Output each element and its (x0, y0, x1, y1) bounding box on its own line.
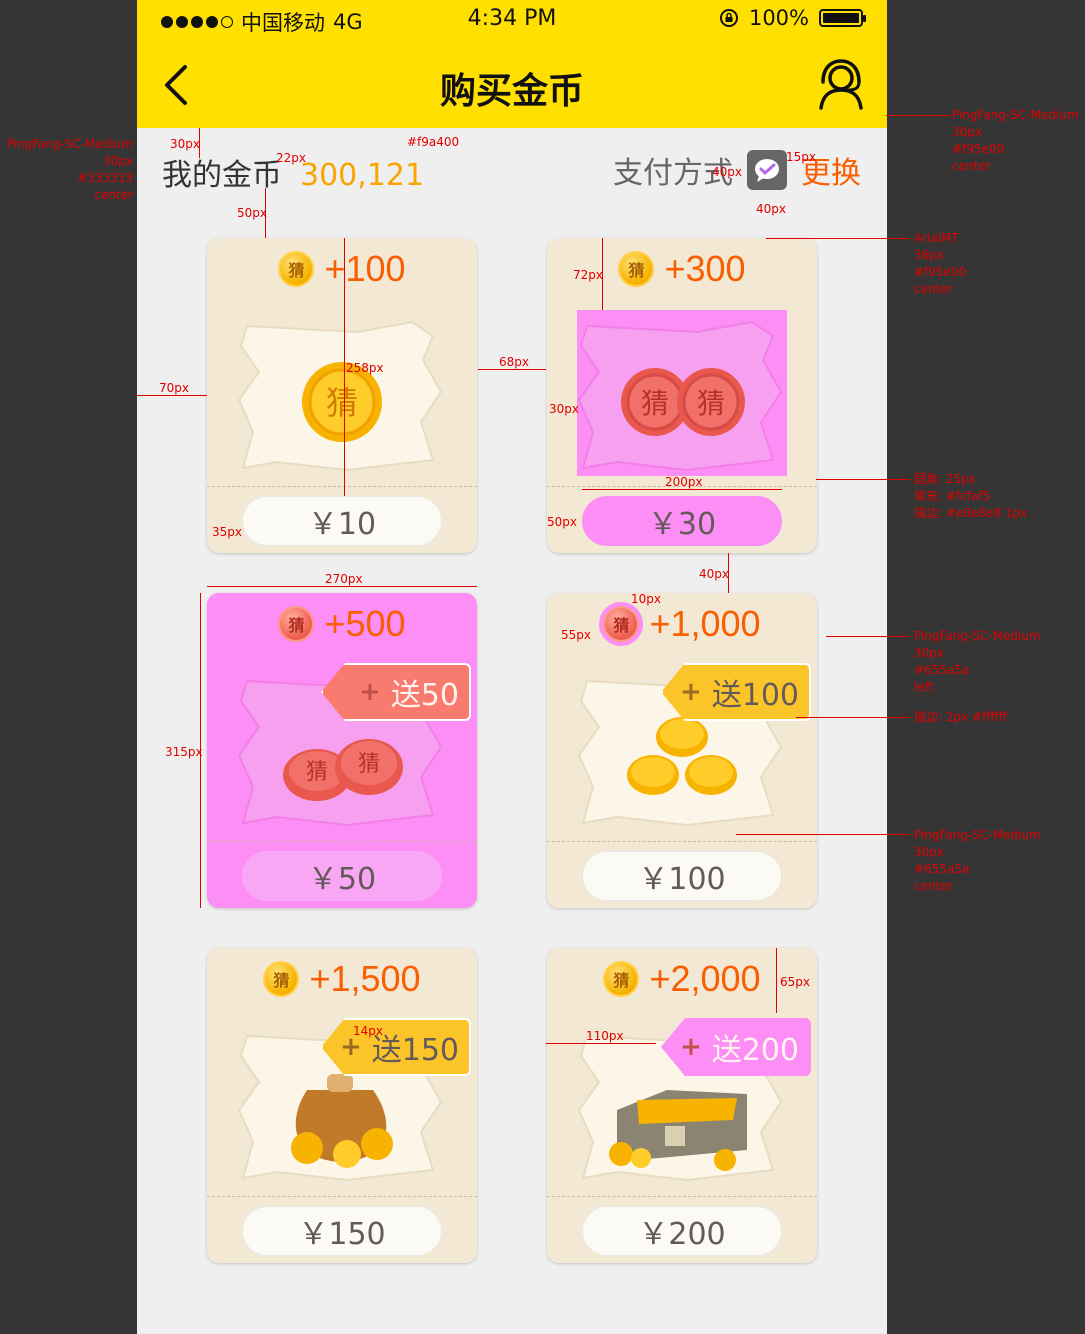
card-divider (547, 1196, 817, 1197)
plus-icon: + (679, 677, 702, 707)
wechat-pay-icon (747, 150, 787, 190)
dim-label: 50px (237, 206, 267, 220)
dim-label: 14px (353, 1024, 383, 1038)
dim-label: 30px (170, 137, 200, 151)
dim-label: 35px (212, 525, 242, 539)
svg-text:猜: 猜 (358, 752, 380, 777)
battery-percent: 100% (748, 6, 809, 30)
battery-icon (819, 9, 866, 27)
card-header: 猜 +500 (207, 603, 477, 645)
card-header: 猜 +1,500 (207, 958, 477, 1000)
annotation-pill-style: 圆角: 25px 填充: #fcfaf5 描边: #e8e8e8 1px (914, 472, 1028, 520)
coin-icon: 猜 (278, 251, 315, 287)
paper-scroll-icon: 猜 (237, 320, 443, 472)
bonus-label: 送200 (711, 1033, 799, 1068)
price-button[interactable]: ￥50 (242, 851, 442, 901)
status-right: 100% (719, 6, 866, 30)
dim-label: 65px (780, 975, 810, 989)
coin-amount: +1,500 (309, 958, 421, 999)
card-divider (547, 841, 817, 842)
paper-scroll-icon: 猜 猜 (577, 320, 783, 472)
dim-label: 315px (165, 745, 203, 759)
balance-label: 我的金币 (162, 158, 282, 193)
dim-label: 10px (631, 592, 661, 606)
bonus-label: 送150 (371, 1033, 459, 1068)
dim-label: 15px (786, 150, 816, 164)
package-card[interactable]: 猜 +300 猜 猜 ￥30 (547, 238, 817, 553)
coin-amount: +1,000 (649, 603, 761, 644)
bonus-tag: + 送100 (661, 663, 811, 721)
status-bar: 中国移动 4G 4:34 PM 100% (137, 0, 887, 40)
annotation-bonus-font: PingFang-SC-Medium 30px #655a5a left (914, 629, 1041, 694)
package-card[interactable]: 猜 +500 猜 猜 + 送50 ￥50 (207, 593, 477, 908)
nav-bar: 购买金币 (137, 40, 887, 128)
annotation-bonus-stroke: 描边: 2px #ffffff (914, 710, 1007, 724)
dim-label: 55px (561, 628, 591, 642)
dim-label: 30px (549, 402, 579, 416)
coin-icon: 猜 (603, 961, 640, 997)
dim-label: 40px (712, 165, 742, 179)
annotation-font-right: PingFang-SC-Medium 30px #f95e00 center (952, 108, 1079, 173)
bonus-tag: + 送150 (321, 1018, 471, 1076)
dim-label: 40px (756, 202, 786, 216)
annotation-font-left: PingFang-SC-Medium 30px #333333 center (6, 137, 133, 202)
price-button[interactable]: ￥200 (582, 1206, 782, 1256)
price-button[interactable]: ￥150 (242, 1206, 442, 1256)
coin-icon: 猜 (599, 602, 644, 646)
bonus-label: 送100 (711, 678, 799, 713)
dim-label: 22px (276, 151, 306, 165)
user-headset-icon[interactable] (817, 58, 865, 110)
svg-text:猜: 猜 (306, 760, 328, 785)
coin-icon: 猜 (618, 251, 655, 287)
rotation-lock-icon (719, 9, 738, 27)
dim-label: 40px (699, 567, 729, 581)
balance-value: 300,121 (300, 158, 425, 193)
plus-icon: + (359, 677, 381, 707)
svg-text:猜: 猜 (641, 387, 669, 420)
coin-amount: +300 (664, 248, 746, 289)
bonus-tag: + 送50 (321, 663, 471, 721)
coin-amount: +500 (324, 603, 406, 644)
svg-text:猜: 猜 (697, 387, 725, 420)
coin-amount: +100 (324, 248, 406, 289)
card-header: 猜 +100 (207, 248, 477, 290)
bonus-label: 送50 (390, 678, 459, 713)
bonus-tag: + 送200 (661, 1018, 811, 1076)
card-divider (207, 1196, 477, 1197)
coin-icon: 猜 (278, 606, 315, 642)
page-title: 购买金币 (439, 71, 584, 112)
plus-icon: + (679, 1032, 702, 1062)
dim-label: 258px (346, 361, 384, 375)
dim-label: 50px (547, 515, 577, 529)
dim-label: 72px (573, 268, 603, 282)
price-button[interactable]: ￥10 (242, 496, 442, 546)
price-button[interactable]: ￥30 (582, 496, 782, 546)
svg-text:猜: 猜 (326, 384, 358, 422)
annotation-price-font: PingFang-SC-Medium 30px #655a5a center (914, 828, 1041, 893)
coin-icon: 猜 (263, 961, 300, 997)
package-card[interactable]: 猜 +100 猜 ￥10 (207, 238, 477, 553)
coin-amount: +2,000 (649, 958, 761, 999)
annotation-amount-font: ArialMT 36px #f95e00 center (914, 231, 967, 296)
annotation-color: #f9a400 (407, 135, 460, 149)
card-divider (207, 841, 477, 842)
card-divider (207, 486, 477, 487)
price-button[interactable]: ￥100 (582, 851, 782, 901)
package-card[interactable]: 猜 +1,500 + 送150 ￥150 (207, 948, 477, 1263)
